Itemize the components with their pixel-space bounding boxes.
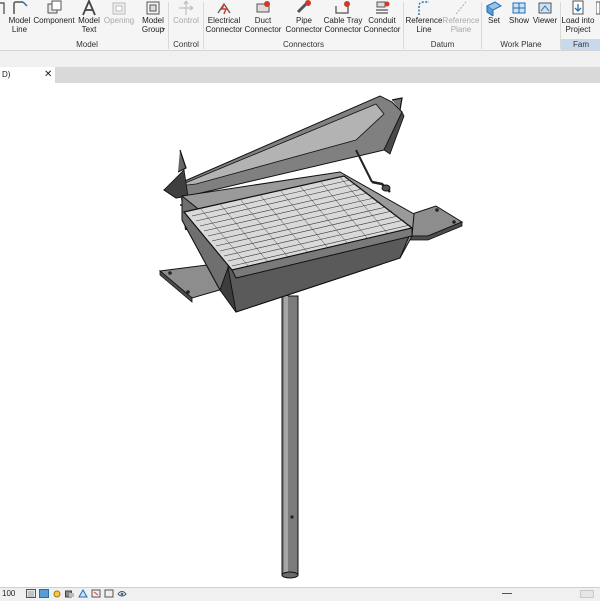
view-control-bar: 100 <box>0 587 600 601</box>
conduit-connector-icon <box>373 0 391 16</box>
view-canvas[interactable] <box>0 83 600 587</box>
set-label: Set <box>487 16 500 25</box>
load-into-project-icon <box>569 0 587 16</box>
grill-post <box>281 295 299 579</box>
load-into-project-label: Load into Project <box>561 16 595 34</box>
set-button[interactable]: Set <box>483 0 505 38</box>
control-label: Control <box>173 16 199 25</box>
shadows-icon[interactable] <box>65 589 75 598</box>
sun-path-icon[interactable] <box>52 589 62 598</box>
group-label-control: Control <box>173 40 199 49</box>
right-clipped-button[interactable] <box>596 0 600 38</box>
show-label: Show <box>508 16 529 25</box>
model-group-label: Model Group <box>141 16 165 34</box>
show-workplane-icon <box>510 0 528 16</box>
close-icon[interactable]: ✕ <box>44 68 52 81</box>
model-line-button[interactable]: Model Line <box>6 0 33 38</box>
model-group-dropdown-icon[interactable]: ▾ <box>162 26 165 33</box>
group-label-family-editor: Fam <box>561 39 600 50</box>
crop-view-icon[interactable] <box>91 589 101 598</box>
opening-icon <box>110 0 128 16</box>
viewer-icon <box>536 0 554 16</box>
pipe-connector-icon <box>295 0 313 16</box>
group-label-connectors: Connectors <box>283 40 324 49</box>
reference-line-icon <box>415 0 433 16</box>
model-group-icon <box>144 0 162 16</box>
opening-label: Opening <box>103 16 135 25</box>
scale-value[interactable]: 100 <box>2 588 15 600</box>
viewer-label: Viewer <box>532 16 558 25</box>
viewer-button[interactable]: Viewer <box>531 0 559 38</box>
reference-line-label: Reference Line <box>405 16 443 34</box>
horizontal-scrollbar-thumb[interactable] <box>502 593 512 594</box>
opening-button[interactable]: Opening <box>103 0 135 38</box>
detail-level-icon[interactable] <box>26 589 36 598</box>
render-icon[interactable] <box>78 589 88 598</box>
crop-region-icon[interactable] <box>104 589 114 598</box>
visual-style-icon[interactable] <box>39 589 49 598</box>
temporary-hide-icon[interactable] <box>117 589 127 598</box>
model-text-label: Model Text <box>78 16 100 34</box>
component-label: Component <box>33 16 75 25</box>
duct-connector-label: Duct Connector <box>244 16 282 34</box>
view-tab-bar: D) ✕ <box>0 67 600 83</box>
electrical-connector-button[interactable]: Electrical Connector <box>204 0 244 38</box>
control-button[interactable]: Control <box>170 0 202 38</box>
scrollbar-track[interactable] <box>580 590 594 598</box>
group-label-model: Model <box>76 40 98 49</box>
group-label-datum: Datum <box>430 40 455 49</box>
conduit-connector-label: Conduit Connector <box>363 16 401 34</box>
duct-connector-button[interactable]: Duct Connector <box>244 0 282 38</box>
set-workplane-icon <box>485 0 503 16</box>
pipe-connector-button[interactable]: Pipe Connector <box>284 0 324 38</box>
cable-tray-connector-icon <box>334 0 352 16</box>
cable-tray-connector-button[interactable]: Cable Tray Connector <box>323 0 363 38</box>
model-text-button[interactable]: Model Text <box>75 0 103 38</box>
load-into-project-button[interactable]: Load into Project <box>561 0 595 38</box>
grill-model <box>158 95 464 579</box>
view-tab[interactable]: D) ✕ <box>0 67 55 83</box>
control-arrows-icon <box>177 0 195 16</box>
model-text-icon <box>80 0 98 16</box>
show-button[interactable]: Show <box>507 0 531 38</box>
reference-plane-button[interactable]: Reference Plane <box>443 0 479 38</box>
clipped-icon <box>596 0 600 16</box>
reference-plane-icon <box>452 0 470 16</box>
cable-tray-connector-label: Cable Tray Connector <box>323 16 363 34</box>
model-line-label: Model Line <box>8 16 31 34</box>
model-line-icon <box>11 0 29 16</box>
component-icon <box>45 0 63 16</box>
duct-connector-icon <box>254 0 272 16</box>
electrical-connector-icon <box>215 0 233 16</box>
pipe-connector-label: Pipe Connector <box>285 16 323 34</box>
view-tab-label: D) <box>2 70 11 79</box>
electrical-connector-label: Electrical Connector <box>205 16 243 34</box>
ribbon: Model Line Component Model Text Opening … <box>0 0 600 51</box>
component-button[interactable]: Component <box>33 0 75 38</box>
ribbon-gap <box>0 51 600 67</box>
group-label-work-plane: Work Plane <box>500 40 542 49</box>
reference-line-button[interactable]: Reference Line <box>405 0 443 38</box>
conduit-connector-button[interactable]: Conduit Connector <box>363 0 401 38</box>
reference-plane-label: Reference Plane <box>442 16 480 34</box>
